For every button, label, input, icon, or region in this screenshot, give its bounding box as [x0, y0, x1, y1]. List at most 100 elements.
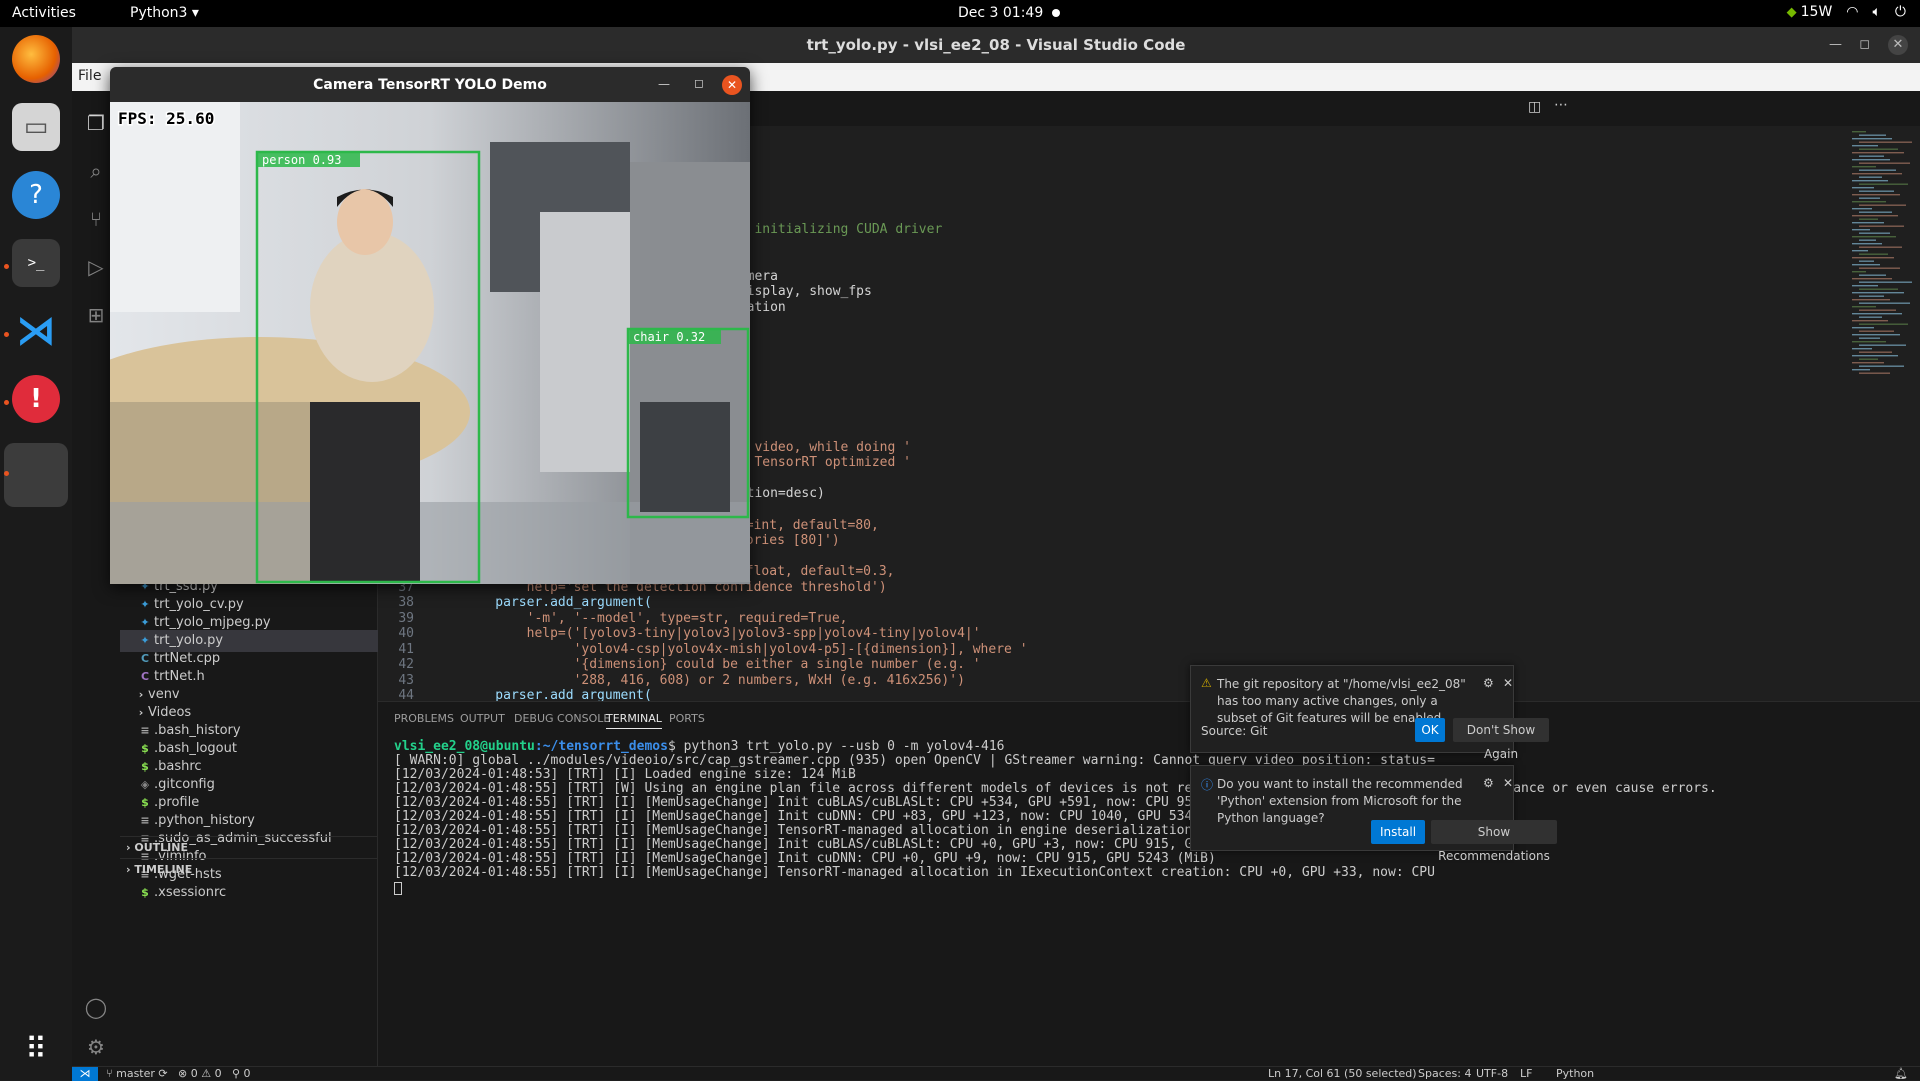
files-icon[interactable]: ▭ [12, 103, 60, 151]
app-menu[interactable]: Python3 ▾ [130, 5, 199, 21]
minimap-line [1859, 365, 1904, 367]
minimap-line [1859, 274, 1886, 276]
minimap-line [1852, 131, 1866, 133]
manage-gear-icon[interactable]: ⚙ [84, 1035, 108, 1059]
wifi-icon: ◠ [1846, 4, 1859, 20]
ok-button[interactable]: OK [1415, 718, 1445, 742]
minimap-line [1852, 334, 1900, 336]
minimap-line [1852, 306, 1876, 308]
panel-tab-ports[interactable]: PORTS [669, 712, 705, 725]
line-content: 'yolov4-csp|yolov4x-mish|yolov4-p5]-[{di… [464, 641, 1028, 657]
run-debug-icon[interactable]: ▷ [84, 255, 108, 279]
install-button[interactable]: Install [1371, 820, 1425, 844]
minimap-line [1859, 197, 1880, 199]
update-alert-icon[interactable]: ! [12, 375, 60, 423]
language-mode[interactable]: Python [1556, 1067, 1594, 1081]
minimap-line [1852, 180, 1888, 182]
outline-section[interactable]: › OUTLINE [120, 836, 378, 858]
prompt-path: :~/tensorrt_demos [534, 739, 668, 754]
terminal-output-line: [12/03/2024-01:48:55] [TRT] [I] [MemUsag… [394, 851, 1216, 866]
clock[interactable]: Dec 3 01:49 [958, 5, 1043, 21]
search-icon[interactable]: ⌕ [84, 159, 108, 183]
firefox-icon[interactable] [12, 35, 60, 83]
running-indicator [4, 332, 9, 337]
cursor-position[interactable]: Ln 17, Col 61 (50 selected) [1268, 1067, 1417, 1081]
split-editor-icon[interactable]: ◫ [1528, 99, 1541, 115]
extensions-icon[interactable]: ⊞ [84, 303, 108, 327]
encoding[interactable]: UTF-8 [1476, 1067, 1508, 1081]
notification-gear-icon[interactable]: ⚙ [1483, 676, 1494, 690]
person-torso [310, 232, 434, 382]
minimap-line [1859, 337, 1880, 339]
terminal-output-line: [12/03/2024-01:48:55] [TRT] [W] Using an… [394, 781, 1717, 796]
remote-indicator-icon[interactable]: ⋊ [72, 1067, 98, 1081]
timeline-section[interactable]: › TIMELINE [120, 858, 378, 880]
minimize-icon[interactable]: — [1829, 27, 1842, 63]
dont-show-again-button[interactable]: Don't Show Again [1453, 718, 1549, 761]
python-window-icon[interactable] [4, 443, 68, 507]
minimap-line [1859, 211, 1892, 213]
whiteboard [110, 102, 240, 312]
menu-file[interactable]: File [78, 68, 101, 84]
explorer-item-label: .xsessionrc [154, 885, 227, 900]
close-icon[interactable]: ✕ [722, 75, 742, 95]
account-icon[interactable]: ◯ [84, 995, 108, 1019]
show-recommendations-button[interactable]: Show Recommendations [1431, 820, 1557, 863]
minimap-line [1859, 183, 1908, 185]
fps-overlay: FPS: 25.60 [118, 109, 214, 128]
minimap-line [1852, 187, 1874, 189]
line-number: 40 [398, 626, 414, 641]
terminal-output-line: [12/03/2024-01:48:55] [TRT] [I] [MemUsag… [394, 837, 1295, 852]
explorer-file[interactable]: $ .xsessionrc [120, 882, 378, 904]
source-control-icon[interactable]: ⑂ [84, 207, 108, 231]
minimap-line [1859, 225, 1904, 227]
panel-tab-debug-console[interactable]: DEBUG CONSOLE [514, 712, 610, 725]
notifications-bell-icon[interactable]: 🔔︎ [1894, 1067, 1908, 1081]
line-number: 41 [398, 641, 414, 657]
gnome-top-bar: Activities Python3 ▾ Dec 3 01:49 ◆ 15W ◠… [0, 0, 1920, 27]
camera-demo-window: Camera TensorRT YOLO Demo — ◻ ✕ FPS: 25.… [110, 67, 750, 584]
minimap-line [1852, 236, 1896, 238]
chevron-right-icon: › [126, 841, 131, 854]
minimap-line [1852, 285, 1878, 287]
python-extension-notification: ⓘ Do you want to install the recommended… [1190, 765, 1557, 863]
minimap-line [1852, 348, 1872, 350]
problems-indicator[interactable]: ⊗ 0 ⚠ 0 [178, 1067, 222, 1081]
branch-indicator[interactable]: ⑂ master ⟳ [106, 1067, 168, 1081]
running-indicator [4, 471, 9, 476]
notification-close-icon[interactable]: ✕ [1503, 776, 1513, 790]
warning-icon: ⚠ [1201, 676, 1212, 690]
bottom-panel: PROBLEMS OUTPUT DEBUG CONSOLE TERMINAL PORTS… [378, 701, 1920, 1066]
notification-close-icon[interactable]: ✕ [1503, 676, 1513, 690]
indentation[interactable]: Spaces: 4 [1418, 1067, 1471, 1081]
help-icon[interactable]: ? [12, 171, 60, 219]
equipment-tower [540, 212, 630, 472]
minimize-icon[interactable]: — [658, 77, 670, 91]
minimap-line [1859, 155, 1884, 157]
eol[interactable]: LF [1520, 1067, 1532, 1081]
panel-tab-output[interactable]: OUTPUT [460, 712, 505, 725]
minimap[interactable] [1848, 131, 1918, 391]
running-indicator [4, 400, 9, 405]
chevron-right-icon: › [126, 863, 131, 876]
explorer-icon[interactable]: ❐ [84, 111, 108, 135]
panel-tab-terminal[interactable]: TERMINAL [606, 712, 662, 729]
maximize-icon[interactable]: ◻ [1859, 27, 1870, 63]
show-apps-grid-icon[interactable]: ⠿ [12, 1025, 60, 1073]
chair-label: chair 0.32 [633, 330, 705, 344]
more-actions-icon[interactable]: ⋯ [1554, 97, 1568, 113]
panel-tab-problems[interactable]: PROBLEMS [394, 712, 454, 725]
minimap-line [1859, 309, 1896, 311]
vscode-icon[interactable]: ⋊ [12, 307, 60, 355]
minimap-line [1859, 204, 1906, 206]
system-tray[interactable]: ◆ 15W ◠ 🔈︎ ⏻ [1787, 4, 1906, 20]
minimap-line [1852, 208, 1872, 210]
minimap-line [1852, 313, 1902, 315]
terminal-icon[interactable]: >_ [12, 239, 60, 287]
line-number: 43 [398, 672, 414, 688]
activities-button[interactable]: Activities [12, 5, 76, 21]
close-icon[interactable]: ✕ [1888, 35, 1908, 55]
maximize-icon[interactable]: ◻ [694, 76, 704, 90]
notification-gear-icon[interactable]: ⚙ [1483, 776, 1494, 790]
ports-indicator[interactable]: ⚲ 0 [232, 1067, 251, 1081]
